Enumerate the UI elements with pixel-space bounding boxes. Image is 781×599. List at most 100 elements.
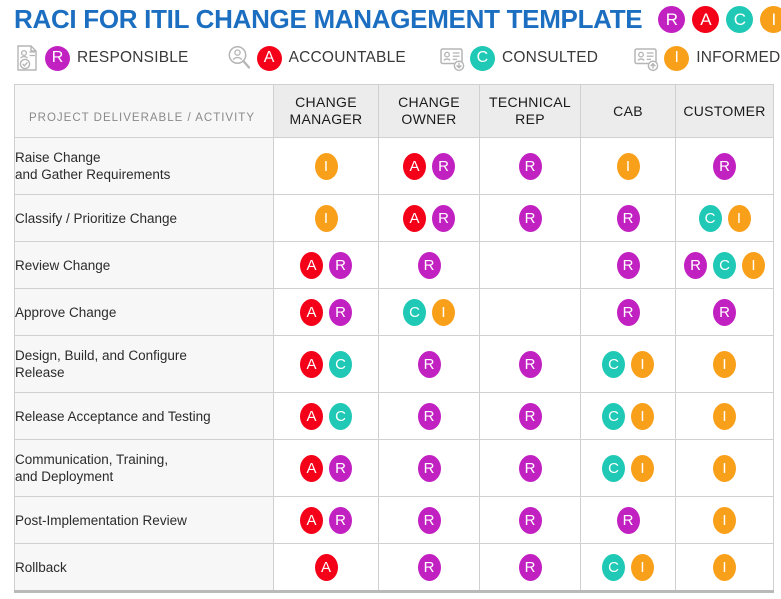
raci-cell-badges: R (676, 289, 773, 335)
raci-badge-accountable: A (403, 152, 426, 180)
raci-badge-responsible: R (518, 506, 542, 534)
raci-cell-badges: AR (379, 195, 479, 241)
raci-cell[interactable]: AC (273, 392, 379, 440)
raci-cell[interactable]: CI (580, 335, 676, 393)
raci-badge-informed: I (713, 553, 736, 581)
raci-cell[interactable]: A (273, 543, 379, 592)
title-raci-badges: RACI (658, 5, 781, 33)
activity-label-line: Release (15, 365, 65, 380)
raci-badge-informed: I (631, 402, 654, 430)
raci-cell[interactable]: CI (378, 288, 480, 336)
raci-cell[interactable] (479, 288, 581, 336)
raci-cell[interactable]: R (580, 194, 676, 242)
raci-cell-badges: I (676, 393, 773, 439)
raci-cell[interactable]: R (378, 335, 480, 393)
raci-cell-badges: I (274, 195, 378, 241)
raci-badge-informed: I (713, 350, 736, 378)
raci-cell[interactable]: R (580, 241, 676, 289)
raci-badge-responsible: R (518, 350, 542, 378)
raci-cell[interactable]: R (479, 439, 581, 497)
activity-label-line: Raise Change (15, 150, 101, 165)
raci-cell[interactable]: AR (273, 439, 379, 497)
raci-cell-badges: AR (274, 289, 378, 335)
raci-matrix-table: PROJECT DELIVERABLE / ACTIVITY CHANGE MA… (14, 84, 774, 593)
raci-cell-badges (480, 289, 580, 335)
title-badge-informed: I (760, 5, 781, 33)
raci-cell-badges: R (480, 195, 580, 241)
raci-cell[interactable]: R (675, 288, 774, 336)
raci-cell[interactable] (479, 241, 581, 289)
raci-badge-consulted: C (329, 350, 352, 378)
raci-badge-responsible: R (417, 454, 441, 482)
raci-cell[interactable]: R (580, 288, 676, 336)
raci-cell-badges: AC (274, 336, 378, 392)
raci-cell[interactable]: AR (378, 194, 480, 242)
raci-cell[interactable]: CI (675, 194, 774, 242)
raci-cell[interactable]: R (378, 392, 480, 440)
activity-cell: Raise Change and Gather Requirements (14, 137, 274, 195)
raci-cell[interactable]: CI (580, 392, 676, 440)
raci-cell-badges (480, 242, 580, 288)
raci-badge-accountable: A (300, 506, 323, 534)
raci-cell[interactable]: R (479, 137, 581, 195)
raci-cell[interactable]: AR (273, 496, 379, 544)
raci-cell[interactable]: I (273, 137, 379, 195)
raci-cell-badges: I (676, 440, 773, 496)
raci-badge-informed: I (432, 298, 455, 326)
raci-cell[interactable]: R (479, 392, 581, 440)
title-badge-accountable: A (692, 5, 720, 33)
raci-cell-badges: R (581, 289, 675, 335)
raci-cell[interactable]: CI (580, 439, 676, 497)
activity-label-line: Release Acceptance and Testing (15, 408, 211, 424)
raci-cell-badges: AC (274, 393, 378, 439)
raci-badge-accountable: A (300, 402, 323, 430)
raci-cell[interactable]: I (675, 392, 774, 440)
raci-cell[interactable]: R (479, 194, 581, 242)
raci-cell[interactable]: R (378, 439, 480, 497)
raci-badge-consulted: C (602, 454, 625, 482)
raci-badge-responsible: R (616, 298, 640, 326)
raci-cell[interactable]: R (479, 496, 581, 544)
page-title: RACI FOR ITIL CHANGE MANAGEMENT TEMPLATE (14, 4, 643, 34)
raci-badge-accountable: A (300, 350, 323, 378)
raci-badge-informed: I (314, 152, 338, 180)
raci-badge-responsible: R (417, 553, 441, 581)
raci-badge-consulted: C (403, 298, 426, 326)
raci-badge-responsible: R (417, 350, 441, 378)
raci-cell[interactable]: I (675, 439, 774, 497)
legend-item-consulted: C CONSULTED (439, 44, 598, 72)
raci-cell-badges: A (274, 544, 378, 590)
legend-item-informed: I INFORMED (633, 44, 780, 72)
raci-cell[interactable]: R (580, 496, 676, 544)
activity-label-line: Rollback (15, 559, 67, 575)
raci-cell[interactable]: RCI (675, 241, 774, 289)
raci-cell[interactable]: I (675, 335, 774, 393)
raci-cell[interactable]: R (479, 543, 581, 592)
raci-cell[interactable]: AR (273, 241, 379, 289)
raci-cell-badges: R (480, 544, 580, 590)
raci-cell[interactable]: I (675, 543, 774, 592)
activity-cell: Approve Change (14, 288, 274, 336)
title-badge-responsible: R (658, 5, 686, 33)
raci-cell[interactable]: R (378, 543, 480, 592)
raci-cell[interactable]: AR (273, 288, 379, 336)
header-row: PROJECT DELIVERABLE / ACTIVITY CHANGE MA… (14, 84, 774, 138)
raci-cell[interactable]: R (675, 137, 774, 195)
raci-cell[interactable]: R (378, 496, 480, 544)
raci-cell[interactable]: AR (378, 137, 480, 195)
raci-cell[interactable]: CI (580, 543, 676, 592)
raci-cell[interactable]: R (378, 241, 480, 289)
id-card-upload-icon (633, 44, 659, 72)
raci-cell[interactable]: R (479, 335, 581, 393)
raci-cell[interactable]: I (273, 194, 379, 242)
raci-cell[interactable]: I (675, 496, 774, 544)
activity-label-line: Communication, Training, (15, 452, 169, 467)
matrix-body: Raise Change and Gather Requirements I A R R I… (14, 137, 774, 592)
raci-cell[interactable]: AC (273, 335, 379, 393)
activity-cell: Post-Implementation Review (14, 496, 274, 544)
raci-cell-badges: R (379, 440, 479, 496)
raci-cell-badges: I (676, 336, 773, 392)
raci-cell[interactable]: I (580, 137, 676, 195)
raci-cell-badges: CI (581, 393, 675, 439)
raci-cell-badges: R (379, 336, 479, 392)
